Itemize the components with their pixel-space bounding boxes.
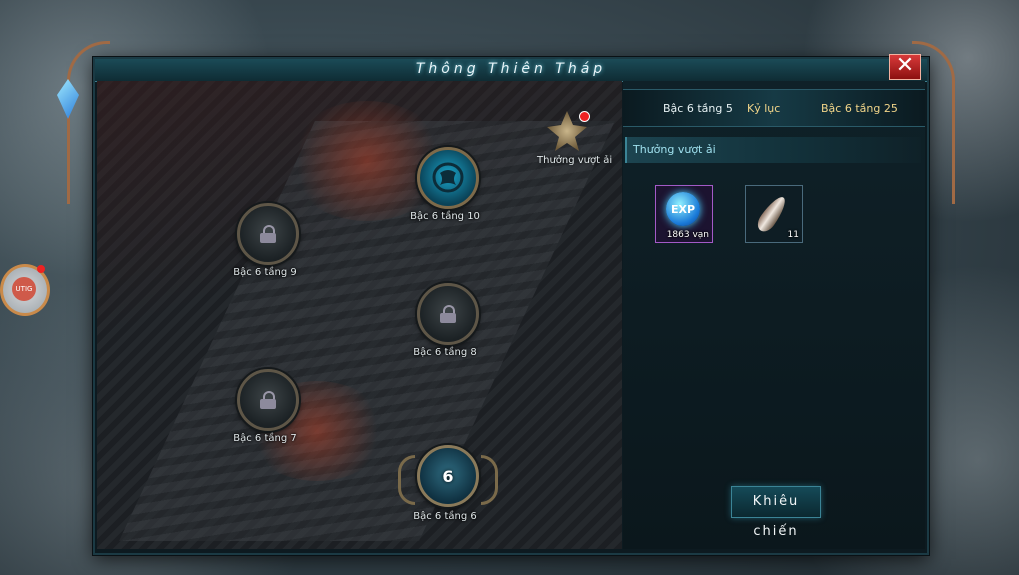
- item-quantity: 11: [787, 230, 799, 240]
- current-floor-text: Bậc 6 tầng 5: [663, 101, 733, 115]
- clear-reward-label: Thưởng vượt ải: [537, 155, 613, 166]
- floor-node-10[interactable]: [417, 147, 479, 209]
- floor-node-8[interactable]: [417, 283, 479, 345]
- notification-dot: [37, 265, 45, 273]
- best-floor-text: Bậc 6 tầng 25: [821, 101, 898, 115]
- exp-icon: EXP: [666, 192, 700, 226]
- dragon-emblem-icon: [432, 162, 464, 193]
- floor-label-9: Bậc 6 tầng 9: [233, 267, 297, 278]
- side-event-button[interactable]: UTIG: [0, 264, 50, 316]
- chevron-right-icon: [481, 455, 498, 505]
- current-floor-number: 6: [442, 466, 454, 486]
- close-button[interactable]: ✕: [889, 54, 921, 80]
- section-title: Thưởng vượt ải: [625, 137, 921, 163]
- tower-stage: Bậc 6 tầng 10 Bậc 6 tầng 9 Bậc 6 tầng 8 …: [97, 81, 622, 549]
- window-title: Thông Thiên Tháp: [415, 61, 607, 77]
- lock-icon: [440, 305, 456, 323]
- reward-item-feather[interactable]: 11: [745, 185, 803, 243]
- tower-window: Thông Thiên Tháp ✕ Bậc 6 tầng 10 Bậc 6 t…: [57, 41, 955, 555]
- challenge-button[interactable]: Khiêu chiến: [731, 486, 821, 539]
- notification-dot: [579, 111, 590, 122]
- floor-label-8: Bậc 6 tầng 8: [413, 347, 477, 358]
- floor-label-7: Bậc 6 tầng 7: [233, 433, 297, 444]
- feather-icon: [753, 193, 791, 235]
- lock-icon: [260, 391, 276, 409]
- event-icon: UTIG: [12, 277, 36, 301]
- clear-reward-button[interactable]: Thưởng vượt ải: [537, 111, 613, 166]
- floor-node-9[interactable]: [237, 203, 299, 265]
- floor-label-10: Bậc 6 tầng 10: [410, 211, 480, 222]
- record-bar: Bậc 6 tầng 5 Kỷ lục Bậc 6 tầng 25: [623, 89, 925, 127]
- floor-node-6[interactable]: 6: [398, 445, 498, 507]
- floor-label-6: Bậc 6 tầng 6: [413, 511, 477, 522]
- info-panel: Bậc 6 tầng 5 Kỷ lục Bậc 6 tầng 25 Thưởng…: [623, 81, 925, 549]
- lock-icon: [260, 225, 276, 243]
- item-quantity: 1863 vạn: [666, 230, 709, 240]
- floor-node-7[interactable]: [237, 369, 299, 431]
- title-bar: Thông Thiên Tháp ✕: [95, 54, 927, 82]
- reward-item-exp[interactable]: EXP 1863 vạn: [655, 185, 713, 243]
- record-label: Kỷ lục: [747, 101, 781, 115]
- chevron-left-icon: [398, 455, 415, 505]
